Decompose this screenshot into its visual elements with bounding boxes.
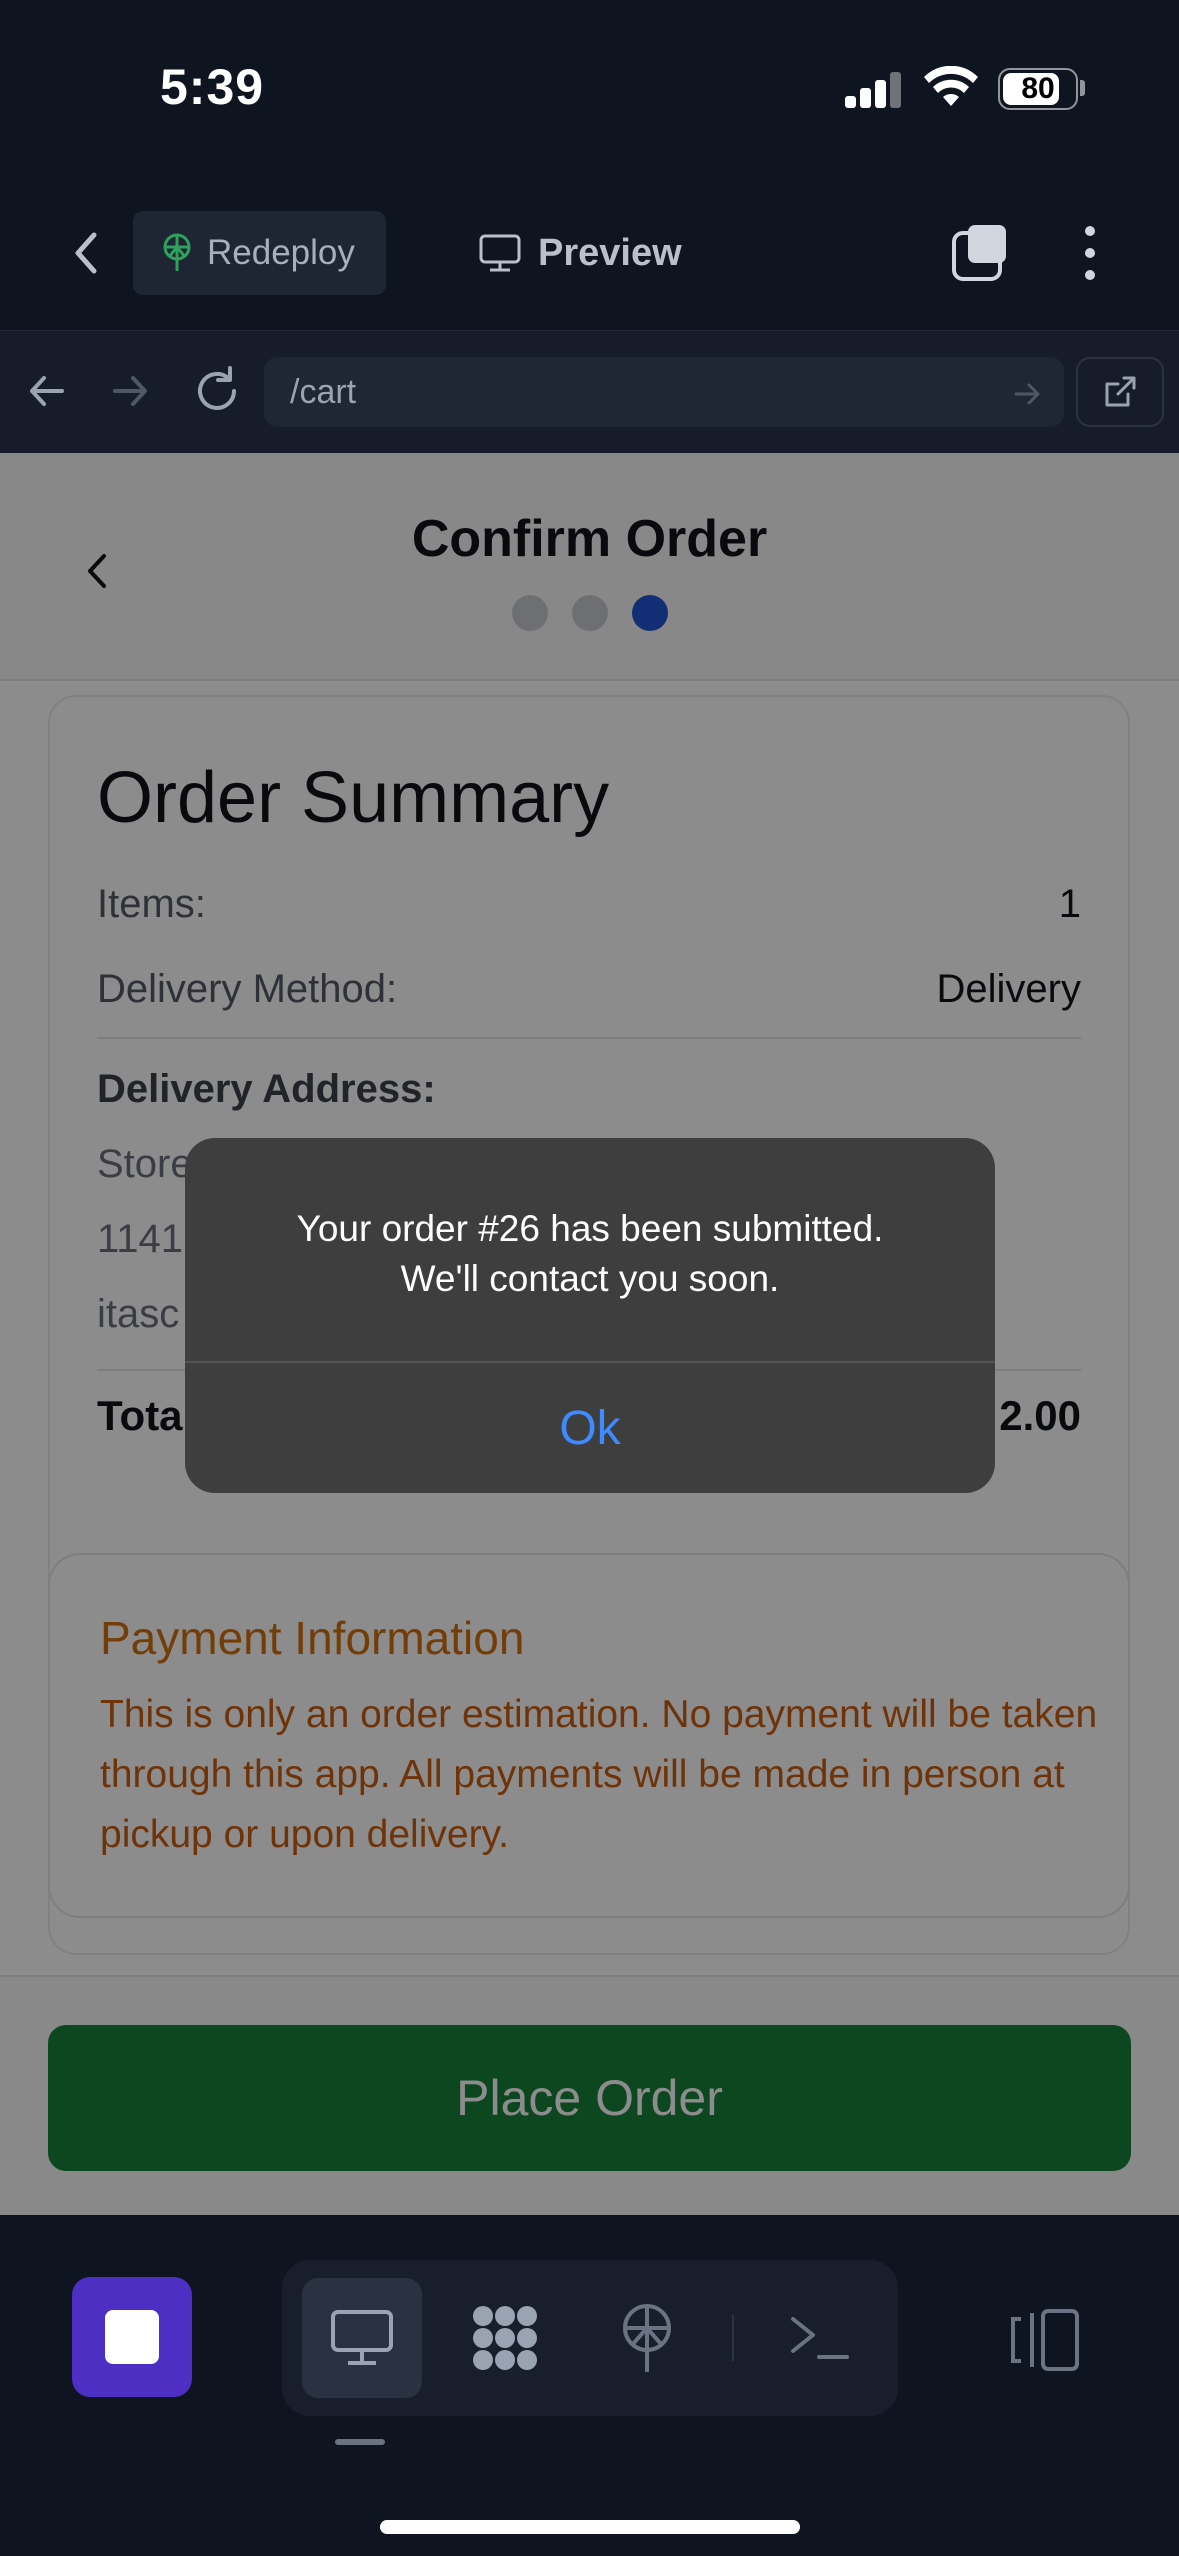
monitor-icon [479, 234, 521, 272]
battery-icon: 80 [998, 68, 1078, 110]
stop-button[interactable] [72, 2277, 192, 2397]
alert-message-line: Your order #26 has been submitted. [296, 1208, 884, 1249]
layout-panel-icon[interactable] [1005, 2305, 1081, 2375]
apps-view-tab[interactable] [445, 2278, 565, 2398]
redeploy-button[interactable]: Redeploy [133, 211, 386, 295]
reload-icon[interactable] [190, 364, 244, 418]
order-submitted-alert: Your order #26 has been submitted. We'll… [185, 1138, 995, 1493]
desktop-icon [331, 2310, 393, 2365]
external-link-icon [1105, 376, 1136, 407]
wifi-icon [924, 66, 978, 106]
view-switcher [282, 2260, 898, 2416]
go-arrow-icon[interactable] [1012, 379, 1042, 409]
bottom-dock [0, 2215, 1179, 2556]
open-external-button[interactable] [1076, 357, 1164, 427]
status-bar: 5:39 80 [0, 0, 1179, 175]
preview-label: Preview [538, 231, 682, 274]
tabs-icon[interactable] [950, 223, 1010, 283]
alert-message-line: We'll contact you soon. [400, 1258, 780, 1299]
status-time: 5:39 [160, 59, 265, 115]
url-bar: /cart [0, 330, 1179, 453]
apps-grid-icon [473, 2306, 537, 2370]
alert-message: Your order #26 has been submitted. We'll… [215, 1204, 965, 1304]
browser-forward-icon[interactable] [105, 366, 155, 416]
deploy-icon [163, 233, 191, 271]
url-text: /cart [290, 372, 357, 411]
back-chevron-icon[interactable] [62, 223, 112, 283]
browser-back-icon[interactable] [22, 366, 72, 416]
alert-ok-button[interactable]: Ok [185, 1363, 995, 1493]
active-tab-indicator [335, 2439, 385, 2445]
desktop-view-tab[interactable] [302, 2278, 422, 2398]
cellular-signal-icon [845, 72, 901, 108]
battery-tip [1080, 80, 1085, 96]
more-vertical-icon[interactable] [1070, 223, 1110, 283]
stop-icon [105, 2310, 159, 2364]
home-indicator[interactable] [380, 2520, 800, 2534]
terminal-icon [791, 2317, 849, 2359]
battery-percent: 80 [1021, 72, 1055, 105]
preview-button[interactable]: Preview [478, 211, 682, 295]
switcher-divider [732, 2315, 734, 2361]
url-input[interactable]: /cart [264, 357, 1064, 427]
app-toolbar: Redeploy Preview [0, 175, 1179, 330]
redeploy-label: Redeploy [207, 233, 355, 272]
deploy-view-tab[interactable] [587, 2278, 707, 2398]
terminal-view-tab[interactable] [760, 2278, 880, 2398]
deploy-icon [623, 2304, 671, 2372]
